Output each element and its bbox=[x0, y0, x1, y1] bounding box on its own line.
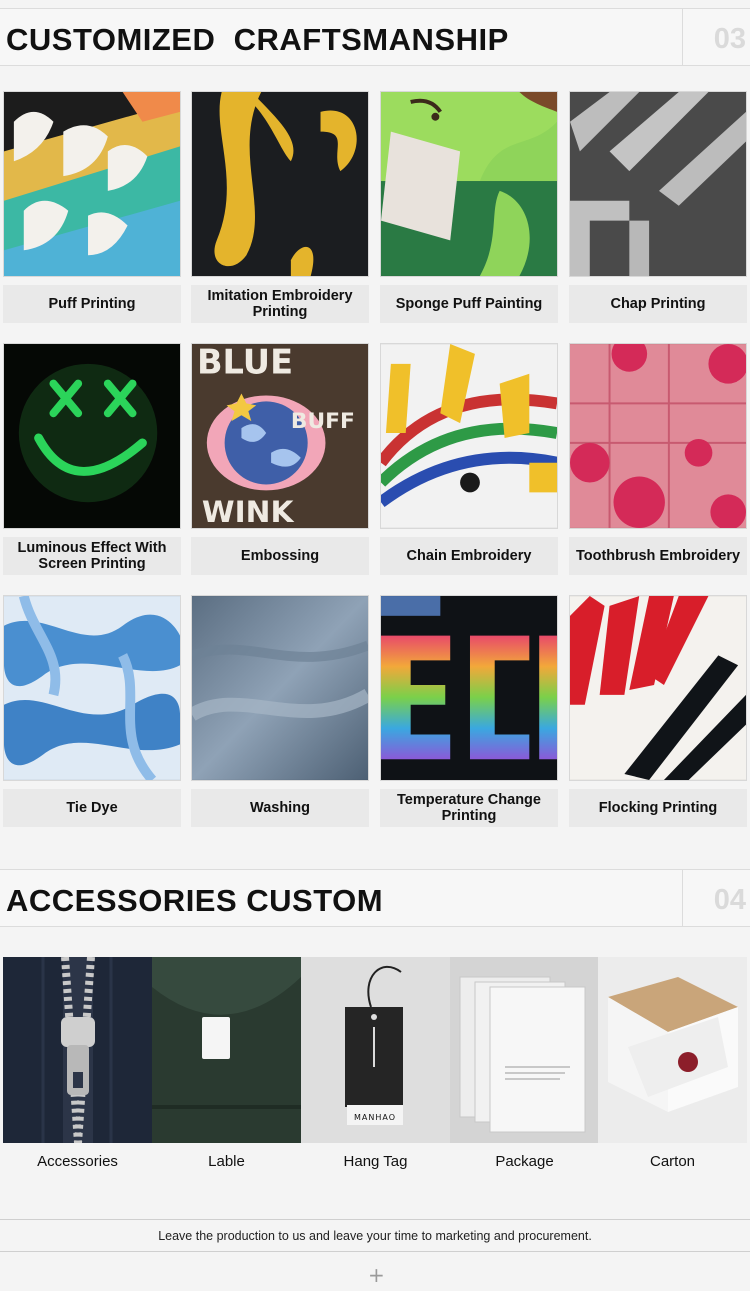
svg-text:BLUE: BLUE bbox=[197, 344, 293, 382]
section-number: 04 bbox=[713, 884, 746, 916]
footer-tagline: Leave the production to us and leave you… bbox=[158, 1228, 592, 1243]
craft-tile-flocking-printing[interactable]: Flocking Printing bbox=[569, 595, 747, 827]
accessory-label: Lable bbox=[208, 1153, 245, 1170]
washing-photo bbox=[191, 595, 369, 781]
craft-label: Temperature Change Printing bbox=[380, 789, 558, 827]
craft-tile-temperature-change[interactable]: Temperature Change Printing bbox=[380, 595, 558, 827]
craft-tile-chap-printing[interactable]: Chap Printing bbox=[569, 91, 747, 323]
craft-label: Chain Embroidery bbox=[380, 537, 558, 575]
section-number-box: 03 bbox=[682, 9, 750, 65]
svg-text:WINK: WINK bbox=[202, 494, 295, 528]
craft-tile-embossing[interactable]: BLUE BUFF WINK Embossing bbox=[191, 343, 369, 575]
toothbrush-embroidery-photo bbox=[569, 343, 747, 529]
craft-label: Embossing bbox=[191, 537, 369, 575]
chap-printing-photo bbox=[569, 91, 747, 277]
accessories-title: ACCESSORIES CUSTOM bbox=[6, 883, 384, 918]
carton-box-photo bbox=[598, 957, 747, 1143]
accessory-tile-carton[interactable]: Carton bbox=[598, 957, 747, 1170]
zipper-photo bbox=[3, 957, 152, 1143]
accessory-tile-accessories[interactable]: Accessories bbox=[3, 957, 152, 1170]
craft-label: Chap Printing bbox=[569, 285, 747, 323]
craft-tile-imitation-embroidery[interactable]: Imitation Embroidery Printing bbox=[191, 91, 369, 323]
craft-label: Toothbrush Embroidery bbox=[569, 537, 747, 575]
craft-tile-puff-printing[interactable]: Puff Printing bbox=[3, 91, 181, 323]
flocking-printing-photo bbox=[569, 595, 747, 781]
craftsmanship-title: CUSTOMIZED CRAFTSMANSHIP bbox=[6, 22, 509, 57]
footer-tagline-bar: Leave the production to us and leave you… bbox=[0, 1219, 750, 1252]
hang-tag-brand-text: MANHAO bbox=[354, 1113, 396, 1122]
craftsmanship-header: CUSTOMIZED CRAFTSMANSHIP 03 bbox=[0, 8, 750, 66]
sponge-puff-photo bbox=[380, 91, 558, 277]
plus-icon[interactable]: + bbox=[368, 1265, 385, 1285]
craft-label: Flocking Printing bbox=[569, 789, 747, 827]
craft-label: Tie Dye bbox=[3, 789, 181, 827]
craft-tile-sponge-puff[interactable]: Sponge Puff Painting bbox=[380, 91, 558, 323]
puff-printing-photo bbox=[3, 91, 181, 277]
svg-text:BUFF: BUFF bbox=[291, 409, 355, 434]
accessories-header: ACCESSORIES CUSTOM 04 bbox=[0, 869, 750, 927]
accessory-tile-lable[interactable]: Lable bbox=[152, 957, 301, 1170]
accessory-label: Carton bbox=[649, 1153, 696, 1170]
craft-tile-tie-dye[interactable]: Tie Dye bbox=[3, 595, 181, 827]
section-number-box: 04 bbox=[682, 870, 750, 926]
craft-label: Luminous Effect With Screen Printing bbox=[3, 537, 181, 575]
hang-tag-photo: MANHAO bbox=[301, 957, 450, 1143]
luminous-smiley-photo bbox=[3, 343, 181, 529]
accessory-label: Package bbox=[495, 1153, 554, 1170]
package-bags-photo bbox=[450, 957, 599, 1143]
craft-tile-chain-embroidery[interactable]: Chain Embroidery bbox=[380, 343, 558, 575]
chain-embroidery-photo bbox=[380, 343, 558, 529]
craft-tile-luminous[interactable]: Luminous Effect With Screen Printing bbox=[3, 343, 181, 575]
craft-label: Imitation Embroidery Printing bbox=[191, 285, 369, 323]
imitation-embroidery-photo bbox=[191, 91, 369, 277]
craft-tile-washing[interactable]: Washing bbox=[191, 595, 369, 827]
temperature-change-photo bbox=[380, 595, 558, 781]
tie-dye-photo bbox=[3, 595, 181, 781]
craft-tile-toothbrush-embroidery[interactable]: Toothbrush Embroidery bbox=[569, 343, 747, 575]
embossing-photo: BLUE BUFF WINK bbox=[191, 343, 369, 529]
craft-label: Washing bbox=[191, 789, 369, 827]
neck-label-photo bbox=[152, 957, 301, 1143]
accessory-label: Hang Tag bbox=[343, 1153, 408, 1170]
accessory-tile-hang-tag[interactable]: MANHAO Hang Tag bbox=[301, 957, 450, 1170]
accessory-tile-package[interactable]: Package bbox=[450, 957, 599, 1170]
craft-label: Puff Printing bbox=[3, 285, 181, 323]
section-number: 03 bbox=[713, 23, 746, 55]
accessory-label: Accessories bbox=[37, 1153, 118, 1170]
craft-label: Sponge Puff Painting bbox=[380, 285, 558, 323]
